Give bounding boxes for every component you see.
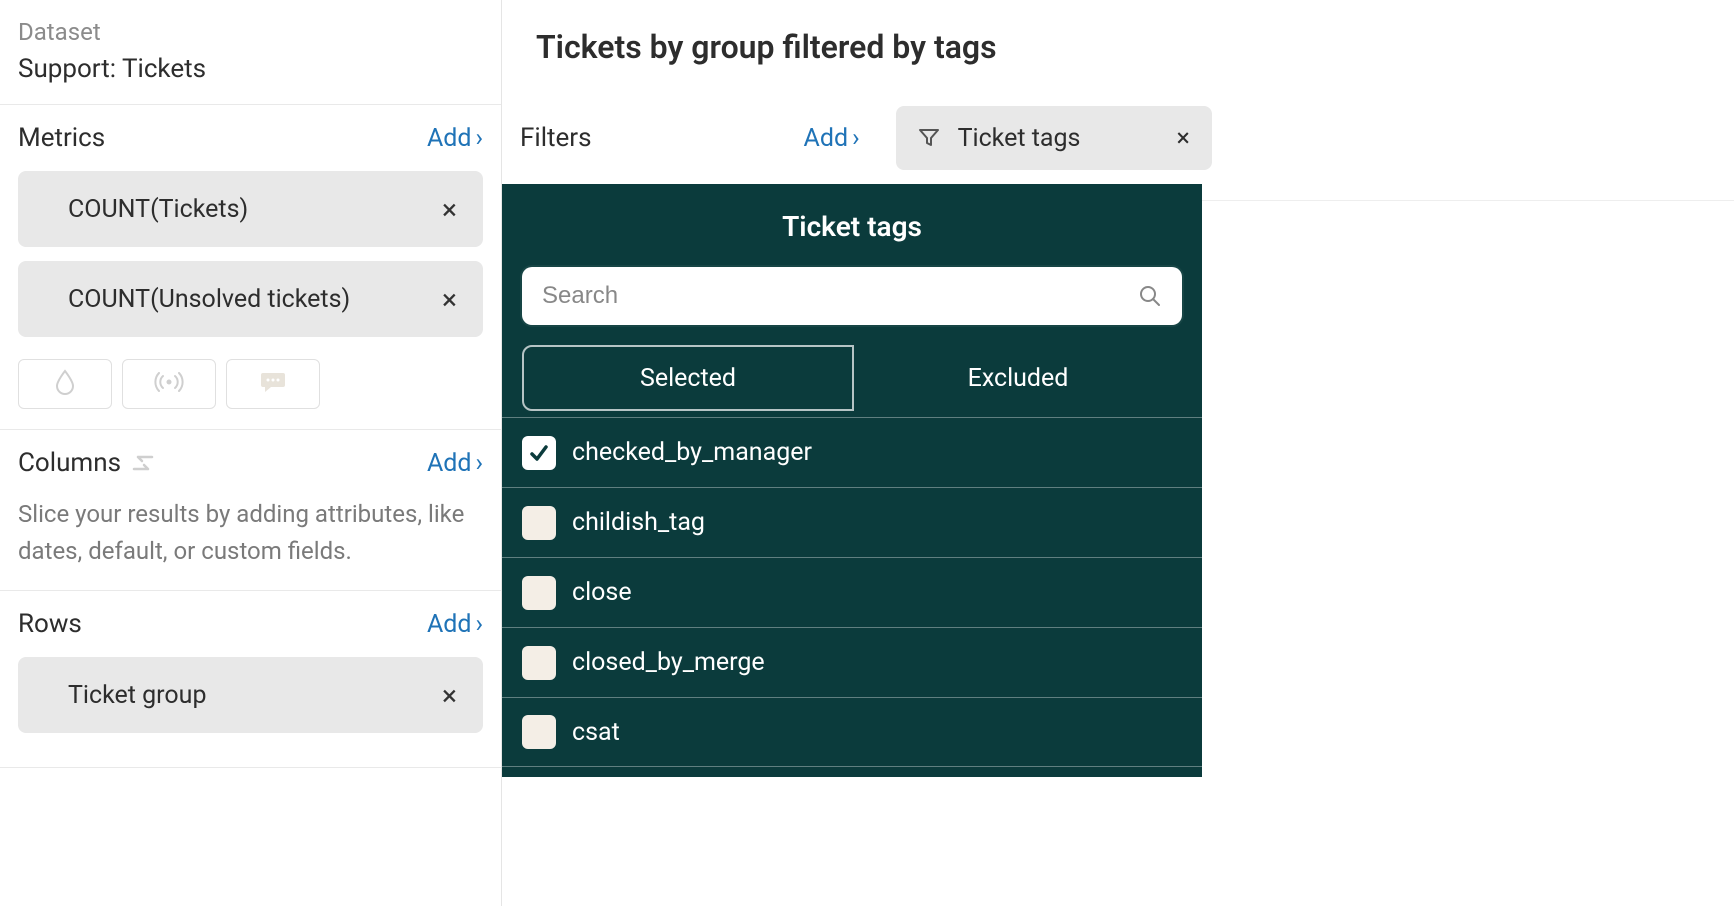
chevron-right-icon: ›: [475, 126, 483, 151]
broadcast-tool-button[interactable]: [122, 359, 216, 409]
checkbox[interactable]: [522, 715, 556, 749]
tag-row[interactable]: childish_tag: [502, 487, 1202, 557]
add-label: Add: [427, 610, 472, 639]
tag-label: csat: [572, 718, 620, 747]
close-icon[interactable]: ×: [1176, 124, 1189, 153]
metric-chip-label: COUNT(Unsolved tickets): [68, 285, 350, 314]
tag-row[interactable]: checked_by_manager: [502, 417, 1202, 487]
filter-chip-label: Ticket tags: [958, 124, 1081, 153]
close-icon[interactable]: ×: [438, 193, 461, 226]
metric-chip-label: COUNT(Tickets): [68, 195, 248, 224]
metric-chip[interactable]: COUNT(Tickets) ×: [18, 171, 483, 247]
rows-title: Rows: [18, 609, 82, 639]
tag-label: close: [572, 578, 632, 607]
tag-row[interactable]: close: [502, 557, 1202, 627]
dataset-value[interactable]: Support: Tickets: [18, 54, 483, 84]
row-chip-label: Ticket group: [68, 681, 207, 710]
tag-list: checked_by_manager childish_tagclose close…: [502, 417, 1202, 767]
checkbox[interactable]: [522, 646, 556, 680]
columns-title-text: Columns: [18, 448, 121, 478]
add-label: Add: [427, 449, 472, 478]
filter-popover: Ticket tags Selected Excluded checked_by…: [502, 184, 1202, 777]
close-icon[interactable]: ×: [438, 679, 461, 712]
tag-label: childish_tag: [572, 508, 705, 537]
tab-selected[interactable]: Selected: [522, 345, 854, 411]
checkbox[interactable]: [522, 576, 556, 610]
funnel-icon: [918, 127, 940, 149]
add-metric-button[interactable]: Add ›: [427, 124, 483, 153]
add-column-button[interactable]: Add ›: [427, 449, 483, 478]
report-title[interactable]: Tickets by group filtered by tags: [502, 0, 1734, 106]
tag-row[interactable]: csat: [502, 697, 1202, 767]
checkbox[interactable]: [522, 506, 556, 540]
metric-tools: [18, 359, 483, 409]
broadcast-icon: [154, 372, 184, 396]
filters-label: Filters: [520, 123, 592, 153]
metrics-title: Metrics: [18, 123, 105, 153]
tag-row[interactable]: closed_by_merge: [502, 627, 1202, 697]
chevron-right-icon: ›: [475, 451, 483, 476]
add-label: Add: [427, 124, 472, 153]
metrics-section: Metrics Add › COUNT(Tickets) × COUNT(Uns…: [0, 105, 501, 430]
swap-axes-icon[interactable]: [131, 451, 155, 475]
add-filter-button[interactable]: Add ›: [804, 124, 860, 153]
columns-title: Columns: [18, 448, 155, 478]
add-row-button[interactable]: Add ›: [427, 610, 483, 639]
checkbox[interactable]: [522, 436, 556, 470]
metric-chip[interactable]: COUNT(Unsolved tickets) ×: [18, 261, 483, 337]
color-tool-button[interactable]: [18, 359, 112, 409]
add-label: Add: [804, 124, 849, 153]
search-input[interactable]: [542, 282, 1128, 310]
columns-section: Columns Add › Slice your results by addi…: [0, 430, 501, 591]
tab-excluded[interactable]: Excluded: [854, 345, 1182, 411]
row-chip[interactable]: Ticket group ×: [18, 657, 483, 733]
comment-tool-button[interactable]: [226, 359, 320, 409]
dataset-label: Dataset: [18, 18, 483, 46]
tag-label: checked_by_manager: [572, 438, 812, 467]
chevron-right-icon: ›: [852, 126, 860, 151]
search-icon: [1138, 284, 1162, 308]
chevron-right-icon: ›: [475, 612, 483, 637]
tab-segment: Selected Excluded: [502, 345, 1202, 417]
close-icon[interactable]: ×: [438, 283, 461, 316]
droplet-icon: [54, 369, 76, 399]
filter-chip[interactable]: Ticket tags ×: [896, 106, 1212, 170]
dataset-section: Dataset Support: Tickets: [0, 0, 501, 105]
popover-title: Ticket tags: [502, 184, 1202, 267]
comment-icon: [260, 370, 286, 398]
tag-label: closed_by_merge: [572, 648, 765, 677]
sidebar: Dataset Support: Tickets Metrics Add › C…: [0, 0, 502, 906]
search-input-wrap[interactable]: [522, 267, 1182, 325]
columns-hint: Slice your results by adding attributes,…: [18, 496, 483, 570]
rows-section: Rows Add › Ticket group ×: [0, 591, 501, 768]
